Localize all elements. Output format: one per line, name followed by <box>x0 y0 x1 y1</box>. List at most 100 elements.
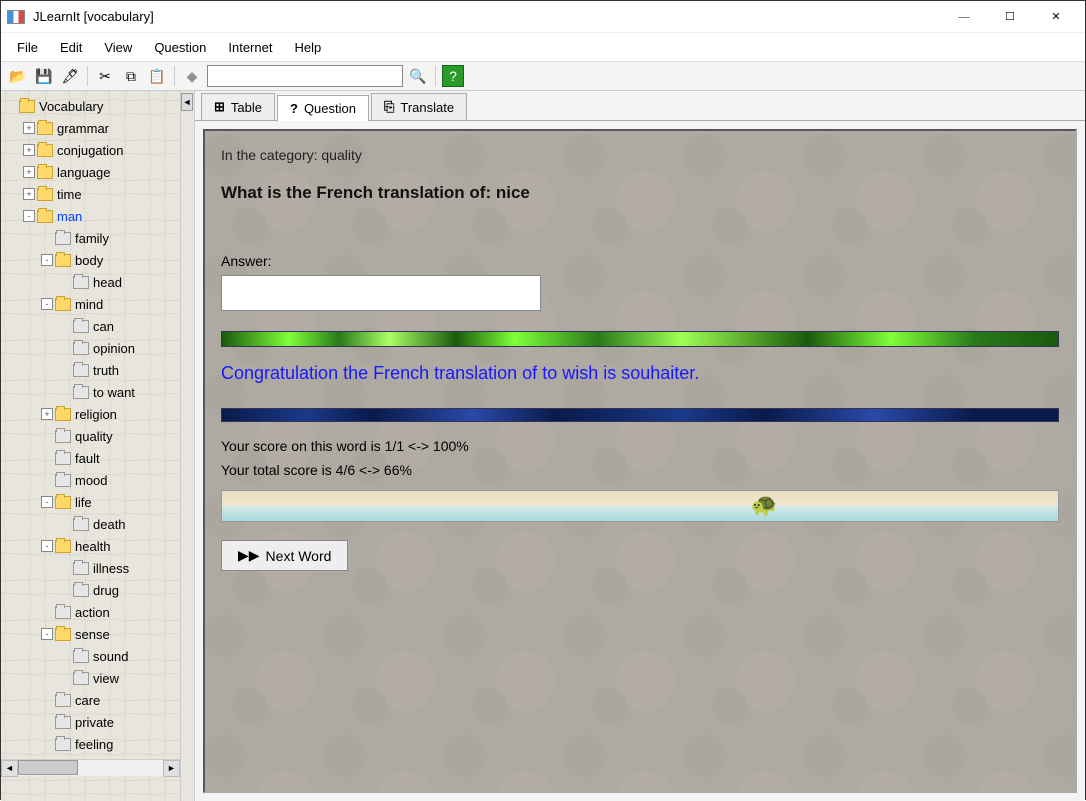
tree-label: mind <box>75 297 103 312</box>
tree-item-view[interactable]: view <box>1 667 180 689</box>
cut-icon[interactable]: ✂ <box>94 65 116 87</box>
tree-root[interactable]: Vocabulary <box>1 95 180 117</box>
menu-help[interactable]: Help <box>284 36 331 59</box>
tree-item-fault[interactable]: fault <box>1 447 180 469</box>
tree-item-body[interactable]: -body <box>1 249 180 271</box>
tab-table[interactable]: ⊞Table <box>201 93 275 120</box>
tree-item-drug[interactable]: drug <box>1 579 180 601</box>
copy-icon[interactable]: ⧉ <box>120 65 142 87</box>
tree-item-life[interactable]: -life <box>1 491 180 513</box>
tree-item-mood[interactable]: mood <box>1 469 180 491</box>
print-icon[interactable]: 🖋 <box>59 65 81 87</box>
collapse-icon[interactable]: ◄ <box>181 93 193 111</box>
tab-translate[interactable]: ⎘Translate <box>371 93 467 120</box>
collapse-icon[interactable]: - <box>41 298 53 310</box>
tree-label: care <box>75 693 100 708</box>
expand-icon[interactable]: + <box>23 144 35 156</box>
spacer <box>59 320 71 332</box>
menu-view[interactable]: View <box>94 36 142 59</box>
scroll-right-icon[interactable]: ► <box>163 760 180 777</box>
collapse-icon[interactable]: - <box>41 254 53 266</box>
tree-item-death[interactable]: death <box>1 513 180 535</box>
collapse-icon[interactable]: - <box>23 210 35 222</box>
tab-label: Table <box>231 100 262 115</box>
app-icon <box>7 10 25 24</box>
expand-icon[interactable]: + <box>23 166 35 178</box>
menu-internet[interactable]: Internet <box>218 36 282 59</box>
open-icon[interactable]: 📂 <box>7 65 29 87</box>
tree-label: can <box>93 319 114 334</box>
tree-item-action[interactable]: action <box>1 601 180 623</box>
tree-label: health <box>75 539 110 554</box>
tree-item-feeling[interactable]: feeling <box>1 733 180 755</box>
spacer <box>59 342 71 354</box>
help-icon[interactable]: ? <box>442 65 464 87</box>
paste-icon[interactable]: 📋 <box>146 65 168 87</box>
folder-icon <box>73 342 89 355</box>
tree-item-sense[interactable]: -sense <box>1 623 180 645</box>
tree-item-can[interactable]: can <box>1 315 180 337</box>
tree-item-care[interactable]: care <box>1 689 180 711</box>
tree-item-time[interactable]: +time <box>1 183 180 205</box>
folder-icon <box>55 628 71 641</box>
maximize-button[interactable]: ☐ <box>987 2 1033 32</box>
tree-item-head[interactable]: head <box>1 271 180 293</box>
scroll-track[interactable] <box>18 760 163 776</box>
question-panel: In the category: quality What is the Fre… <box>203 129 1077 793</box>
minimize-button[interactable]: — <box>941 2 987 32</box>
scroll-left-icon[interactable]: ◄ <box>1 760 18 777</box>
spacer <box>59 584 71 596</box>
tree-item-truth[interactable]: truth <box>1 359 180 381</box>
expand-icon[interactable]: + <box>23 122 35 134</box>
spacer <box>59 364 71 376</box>
horizontal-scrollbar[interactable]: ◄ ► <box>1 759 180 776</box>
collapse-icon[interactable]: - <box>41 540 53 552</box>
menu-edit[interactable]: Edit <box>50 36 92 59</box>
tree-item-conjugation[interactable]: +conjugation <box>1 139 180 161</box>
tree-item-mind[interactable]: - mind <box>1 293 180 315</box>
answer-input[interactable] <box>221 275 541 311</box>
splitter[interactable]: ◄ <box>181 91 195 801</box>
folder-icon <box>55 738 71 751</box>
find-icon[interactable]: 🔍 <box>407 65 429 87</box>
tabs: ⊞Table?Question⎘Translate <box>195 91 1085 121</box>
score-total: Your total score is 4/6 <-> 66% <box>221 462 1059 478</box>
folder-icon <box>73 672 89 685</box>
answer-label: Answer: <box>221 253 1059 269</box>
collapse-icon[interactable]: - <box>41 628 53 640</box>
tree-label: mood <box>75 473 108 488</box>
next-word-button[interactable]: ▶▶ Next Word <box>221 540 348 571</box>
tree-item-quality[interactable]: quality <box>1 425 180 447</box>
next-word-label: Next Word <box>266 548 332 564</box>
tree-item-sound[interactable]: sound <box>1 645 180 667</box>
tree-item-private[interactable]: private <box>1 711 180 733</box>
scroll-thumb[interactable] <box>18 760 78 775</box>
spacer <box>41 232 53 244</box>
spacer <box>59 518 71 530</box>
menu-file[interactable]: File <box>7 36 48 59</box>
tree-item-religion[interactable]: +religion <box>1 403 180 425</box>
folder-icon <box>55 408 71 421</box>
tree-item-opinion[interactable]: opinion <box>1 337 180 359</box>
expand-icon[interactable]: + <box>23 188 35 200</box>
search-input[interactable] <box>207 65 403 87</box>
tree-item-illness[interactable]: illness <box>1 557 180 579</box>
spacer <box>41 694 53 706</box>
tree-item-man[interactable]: -man <box>1 205 180 227</box>
tree-item-to-want[interactable]: to want <box>1 381 180 403</box>
collapse-icon[interactable]: - <box>41 496 53 508</box>
category-tree[interactable]: Vocabulary +grammar+conjugation+language… <box>1 91 181 801</box>
tree-item-language[interactable]: +language <box>1 161 180 183</box>
folder-icon <box>55 716 71 729</box>
tab-question[interactable]: ?Question <box>277 95 369 121</box>
expand-icon[interactable]: + <box>41 408 53 420</box>
folder-icon <box>55 254 71 267</box>
close-button[interactable]: ✕ <box>1033 2 1079 32</box>
disabled-icon: ◆ <box>181 65 203 87</box>
tree-item-health[interactable]: - health <box>1 535 180 557</box>
menu-question[interactable]: Question <box>144 36 216 59</box>
tree-item-family[interactable]: family <box>1 227 180 249</box>
save-icon[interactable]: 💾 <box>33 65 55 87</box>
tree-label: family <box>75 231 109 246</box>
tree-item-grammar[interactable]: +grammar <box>1 117 180 139</box>
